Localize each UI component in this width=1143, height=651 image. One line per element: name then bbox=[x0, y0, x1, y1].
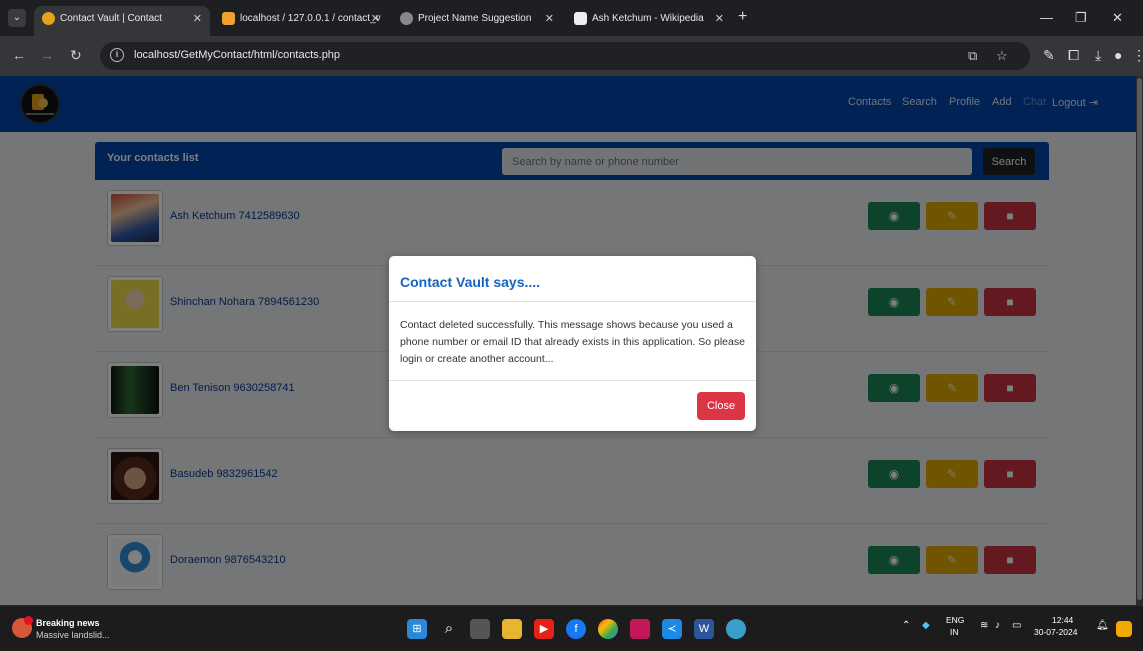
region-indicator[interactable]: IN bbox=[950, 627, 959, 637]
chrome-icon[interactable] bbox=[598, 619, 618, 639]
close-window-icon[interactable]: ✕ bbox=[1112, 10, 1123, 26]
tab-phpmyadmin[interactable]: localhost / 127.0.0.1 / contact_v ✕ bbox=[214, 6, 388, 36]
facebook-icon[interactable]: f bbox=[566, 619, 586, 639]
search-icon[interactable]: ⌕ bbox=[439, 619, 459, 639]
scrollbar-thumb[interactable] bbox=[1137, 78, 1142, 600]
new-tab-button[interactable]: + bbox=[738, 8, 747, 26]
download-icon[interactable]: ⤓ bbox=[1095, 47, 1101, 64]
wikipedia-favicon-icon bbox=[574, 12, 587, 25]
minimize-icon[interactable]: — bbox=[1040, 10, 1053, 25]
language-indicator[interactable]: ENG bbox=[946, 615, 964, 625]
youtube-icon[interactable]: ▶ bbox=[534, 619, 554, 639]
eyedropper-icon[interactable]: ✎ bbox=[1043, 47, 1055, 64]
news-title[interactable]: Breaking news bbox=[36, 618, 100, 628]
translate-icon[interactable]: ⧉ bbox=[968, 48, 977, 64]
modal-message: Contact deleted successfully. This messa… bbox=[400, 319, 745, 365]
alert-modal: Contact Vault says.... Contact deleted s… bbox=[389, 256, 756, 431]
url-text[interactable]: localhost/GetMyContact/html/contacts.php bbox=[134, 49, 340, 61]
chatgpt-favicon-icon bbox=[400, 12, 413, 25]
modal-divider bbox=[389, 380, 756, 381]
wifi-icon[interactable]: ≋ bbox=[980, 620, 988, 631]
close-tab-icon[interactable]: ✕ bbox=[371, 6, 380, 32]
modal-close-button[interactable]: Close bbox=[697, 392, 745, 420]
menu-kebab-icon[interactable]: ⋮ bbox=[1132, 47, 1143, 64]
tab-contact-vault[interactable]: Contact Vault | Contact ✕ bbox=[34, 6, 210, 36]
clock-time[interactable]: 12:44 bbox=[1052, 615, 1073, 625]
page-viewport: Contacts Search Profile Add Chat Logout … bbox=[0, 76, 1136, 605]
contact-vault-favicon-icon bbox=[42, 12, 55, 25]
vscode-icon[interactable]: ≺ bbox=[662, 619, 682, 639]
close-tab-icon[interactable]: ✕ bbox=[715, 6, 724, 32]
close-tab-icon[interactable]: ✕ bbox=[545, 6, 554, 32]
extensions-icon[interactable]: ⧠ bbox=[1068, 47, 1079, 64]
tab-label: Contact Vault | Contact bbox=[60, 13, 162, 24]
task-view-icon[interactable] bbox=[470, 619, 490, 639]
address-bar[interactable]: i localhost/GetMyContact/html/contacts.p… bbox=[100, 42, 1030, 70]
windows-taskbar: Breaking news Massive landslid... ⊞ ⌕ ▶ … bbox=[0, 605, 1143, 651]
tab-label: Ash Ketchum - Wikipedia bbox=[592, 13, 704, 24]
tray-app-icon[interactable]: ◆ bbox=[922, 620, 930, 631]
tab-label: Project Name Suggestion bbox=[418, 13, 532, 24]
site-info-icon[interactable]: i bbox=[110, 48, 124, 62]
phpmyadmin-favicon-icon bbox=[222, 12, 235, 25]
news-subtitle[interactable]: Massive landslid... bbox=[36, 630, 110, 640]
volume-icon[interactable]: ♪ bbox=[995, 620, 1000, 631]
clock-date[interactable]: 30-07-2024 bbox=[1034, 627, 1077, 637]
copilot-icon[interactable] bbox=[1116, 621, 1132, 637]
browser-toolbar: ← → ↻ i localhost/GetMyContact/html/cont… bbox=[0, 36, 1143, 76]
windows-start-icon[interactable]: ⊞ bbox=[407, 619, 427, 639]
tab-project-name[interactable]: Project Name Suggestion ✕ bbox=[392, 6, 562, 36]
browser-tabstrip: ⌄ Contact Vault | Contact ✕ localhost / … bbox=[0, 0, 1143, 36]
restore-icon[interactable]: ❐ bbox=[1075, 10, 1087, 26]
notification-bell-icon[interactable]: 🔔︎ bbox=[1096, 620, 1109, 631]
word-icon[interactable]: W bbox=[694, 619, 714, 639]
tab-label: localhost / 127.0.0.1 / contact_v bbox=[240, 13, 381, 24]
profile-avatar-icon[interactable]: ● bbox=[1114, 47, 1122, 63]
tab-search-button[interactable]: ⌄ bbox=[8, 9, 26, 27]
close-tab-icon[interactable]: ✕ bbox=[193, 6, 202, 32]
battery-icon[interactable]: ▭ bbox=[1012, 620, 1021, 631]
bookmark-star-icon[interactable]: ☆ bbox=[996, 48, 1008, 64]
file-explorer-icon[interactable] bbox=[502, 619, 522, 639]
app-globe-icon[interactable] bbox=[726, 619, 746, 639]
back-icon[interactable]: ← bbox=[12, 47, 26, 63]
news-widget-icon[interactable] bbox=[12, 616, 33, 638]
reload-icon[interactable]: ↻ bbox=[70, 47, 82, 64]
tray-chevron-icon[interactable]: ⌃ bbox=[902, 620, 910, 631]
app-pink-icon[interactable] bbox=[630, 619, 650, 639]
forward-icon[interactable]: → bbox=[40, 47, 54, 63]
page-scrollbar[interactable] bbox=[1136, 76, 1143, 605]
modal-title: Contact Vault says.... bbox=[400, 274, 541, 290]
tab-wikipedia[interactable]: Ash Ketchum - Wikipedia ✕ bbox=[566, 6, 732, 36]
modal-divider bbox=[389, 301, 756, 302]
